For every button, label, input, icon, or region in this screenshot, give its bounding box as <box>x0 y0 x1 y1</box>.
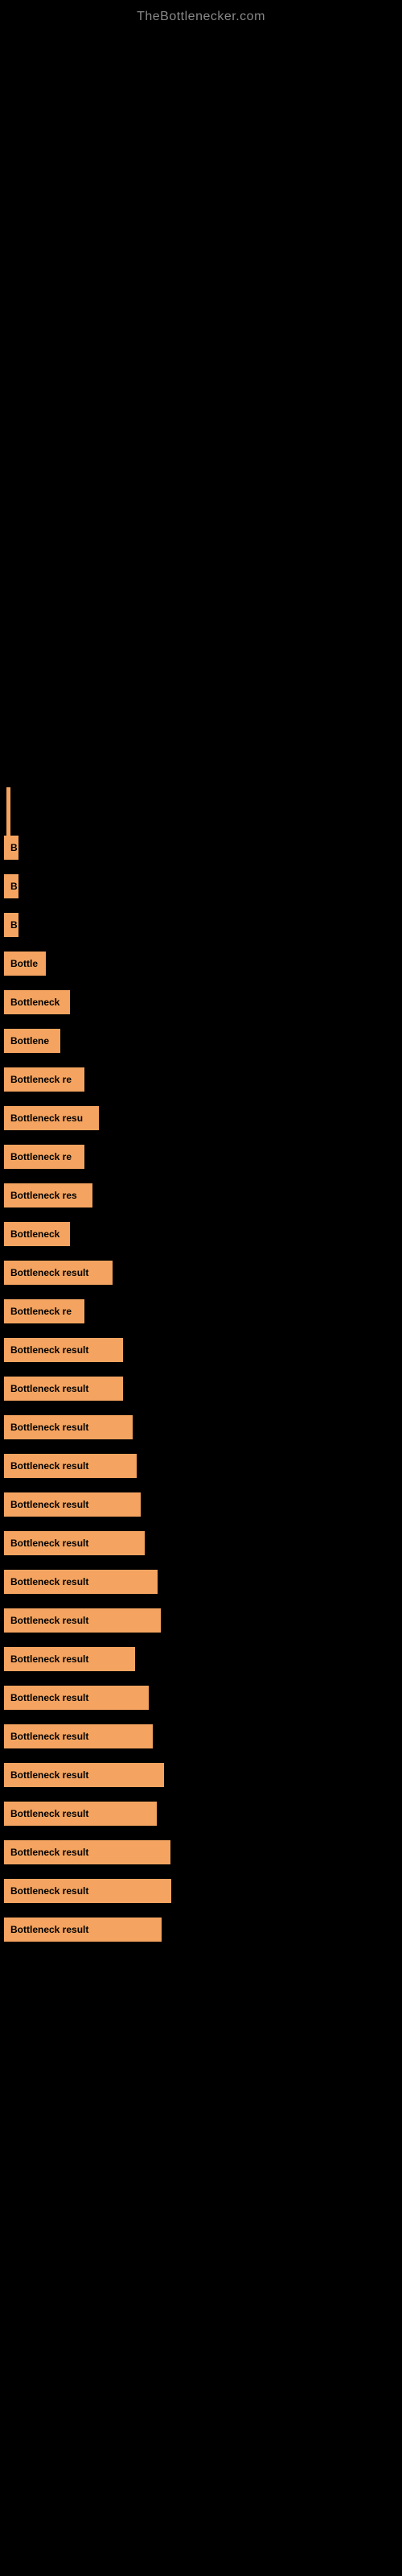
list-item: Bottleneck result <box>0 1492 402 1517</box>
bar-label: Bottleneck result <box>4 1686 149 1710</box>
bar-label: Bottleneck result <box>4 1840 170 1864</box>
bar-label: Bottleneck result <box>4 1918 162 1942</box>
bar-label: Bottleneck re <box>4 1299 84 1323</box>
chart-area <box>0 31 402 836</box>
bar-label: Bottleneck re <box>4 1067 84 1092</box>
list-item: Bottleneck re <box>0 1145 402 1169</box>
site-title: TheBottlenecker.com <box>0 0 402 31</box>
bar-label: Bottleneck result <box>4 1647 135 1671</box>
bar-label: Bottleneck result <box>4 1531 145 1555</box>
bar-label: Bottleneck result <box>4 1724 153 1748</box>
list-item: Bottleneck <box>0 990 402 1014</box>
list-item: Bottleneck result <box>0 1647 402 1671</box>
vertical-indicator-bar <box>6 787 10 860</box>
bar-label: Bottleneck result <box>4 1763 164 1787</box>
list-item: Bottleneck result <box>0 1724 402 1748</box>
list-item: Bottleneck result <box>0 1261 402 1285</box>
list-item: Bottleneck result <box>0 1840 402 1864</box>
bar-label: Bottleneck <box>4 990 70 1014</box>
bar-label: Bottle <box>4 952 46 976</box>
bar-label: Bottleneck res <box>4 1183 92 1208</box>
list-item: Bottleneck resu <box>0 1106 402 1130</box>
list-item: Bottleneck result <box>0 1879 402 1903</box>
list-item: B <box>0 874 402 898</box>
list-item: Bottleneck result <box>0 1531 402 1555</box>
bar-label: Bottleneck re <box>4 1145 84 1169</box>
list-item: Bottleneck result <box>0 1802 402 1826</box>
list-item: Bottleneck re <box>0 1299 402 1323</box>
list-item: Bottle <box>0 952 402 976</box>
list-item: Bottleneck result <box>0 1415 402 1439</box>
list-item: Bottleneck re <box>0 1067 402 1092</box>
list-item: Bottleneck result <box>0 1377 402 1401</box>
bar-label: Bottleneck result <box>4 1377 123 1401</box>
list-item: B <box>0 913 402 937</box>
bar-label: Bottleneck <box>4 1222 70 1246</box>
list-item: Bottleneck result <box>0 1918 402 1942</box>
list-item: Bottleneck <box>0 1222 402 1246</box>
bar-label: Bottleneck result <box>4 1261 113 1285</box>
list-item: Bottleneck result <box>0 1338 402 1362</box>
bar-label: B <box>4 913 18 937</box>
bar-label: Bottleneck result <box>4 1879 171 1903</box>
main-container: TheBottlenecker.com BBBBottleBottleneckB… <box>0 0 402 1972</box>
list-item: B <box>0 836 402 860</box>
bar-label: B <box>4 874 18 898</box>
bar-label: Bottleneck result <box>4 1570 158 1594</box>
list-item: Bottleneck result <box>0 1454 402 1478</box>
bar-label: Bottleneck result <box>4 1492 141 1517</box>
list-item: Bottleneck result <box>0 1608 402 1633</box>
list-item: Bottleneck result <box>0 1570 402 1594</box>
list-item: Bottleneck result <box>0 1686 402 1710</box>
list-item: Bottlene <box>0 1029 402 1053</box>
list-item: Bottleneck result <box>0 1763 402 1787</box>
bar-label: Bottleneck result <box>4 1338 123 1362</box>
bar-label: Bottleneck result <box>4 1802 157 1826</box>
list-item: Bottleneck res <box>0 1183 402 1208</box>
bar-label: Bottleneck resu <box>4 1106 99 1130</box>
bar-label: Bottleneck result <box>4 1415 133 1439</box>
bar-label: Bottleneck result <box>4 1608 161 1633</box>
bar-label: Bottlene <box>4 1029 60 1053</box>
bars-section: BBBBottleBottleneckBottleneBottleneck re… <box>0 836 402 1942</box>
bar-label: Bottleneck result <box>4 1454 137 1478</box>
